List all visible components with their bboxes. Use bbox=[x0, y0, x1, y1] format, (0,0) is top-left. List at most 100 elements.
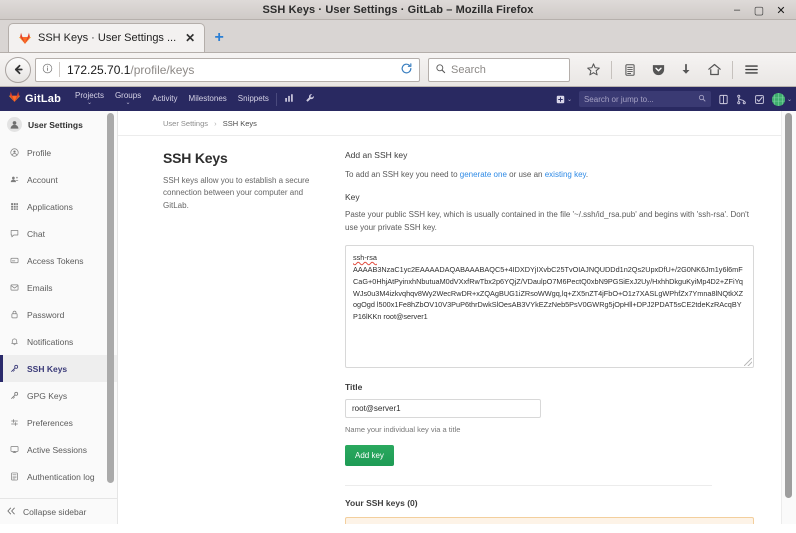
sidebar-item-password[interactable]: Password bbox=[0, 301, 117, 328]
breadcrumb-parent[interactable]: User Settings bbox=[163, 119, 208, 128]
bookmark-star-icon[interactable] bbox=[580, 57, 606, 83]
chat-bubble-icon bbox=[9, 229, 20, 238]
pocket-icon[interactable] bbox=[645, 57, 671, 83]
sidebar-item-account-label: Account bbox=[27, 174, 58, 185]
sidebar-item-emails[interactable]: Emails bbox=[0, 274, 117, 301]
gitlab-fox-icon bbox=[18, 31, 32, 45]
charts-icon[interactable] bbox=[284, 93, 294, 105]
sidebar-item-account[interactable]: Account bbox=[0, 166, 117, 193]
sidebar-header: User Settings bbox=[0, 111, 117, 139]
page-body: User Settings Profile Account Applicatio… bbox=[0, 111, 796, 524]
sidebar-item-applications[interactable]: Applications bbox=[0, 193, 117, 220]
gitlab-brand-text: GitLab bbox=[25, 93, 62, 105]
lock-icon bbox=[9, 310, 20, 319]
browser-tabstrip: SSH Keys · User Settings ... ✕ + bbox=[0, 20, 796, 53]
nav-activity[interactable]: Activity bbox=[152, 93, 178, 103]
nav-projects-label: Projects bbox=[75, 90, 104, 100]
search-icon bbox=[435, 61, 446, 79]
new-tab-button[interactable]: + bbox=[205, 23, 233, 52]
window-minimize-button[interactable]: – bbox=[726, 1, 748, 19]
collapse-sidebar-label: Collapse sidebar bbox=[23, 506, 87, 517]
url-divider bbox=[59, 62, 60, 77]
page-scrollbar-thumb[interactable] bbox=[785, 113, 792, 498]
sidebar-item-password-label: Password bbox=[27, 309, 65, 320]
gitlab-nav-links: Projects ⌄ Groups ⌄ Activity Milestones … bbox=[75, 90, 269, 107]
nav-snippets[interactable]: Snippets bbox=[238, 94, 269, 103]
textarea-resize-handle[interactable] bbox=[744, 358, 752, 367]
no-keys-alert: There are no SSH keys with access to you… bbox=[345, 517, 754, 524]
sidebar-item-preferences-label: Preferences bbox=[27, 417, 73, 428]
nav-projects[interactable]: Projects ⌄ bbox=[75, 90, 104, 107]
gitlab-nav-mini-icons bbox=[284, 93, 315, 105]
window-titlebar: SSH Keys · User Settings · GitLab – Mozi… bbox=[0, 0, 796, 20]
double-chevron-left-icon bbox=[6, 506, 16, 518]
window-title: SSH Keys · User Settings · GitLab – Mozi… bbox=[262, 3, 534, 16]
existing-key-link[interactable]: existing key bbox=[545, 170, 586, 179]
sidebar-item-authentication-log[interactable]: Authentication log bbox=[0, 463, 117, 490]
sidebar-item-gpg-keys[interactable]: GPG Keys bbox=[0, 382, 117, 409]
sidebar-item-active-sessions-label: Active Sessions bbox=[27, 444, 87, 455]
key-textarea[interactable]: ssh-rsa AAAAB3NzaC1yc2EAAAADAQABAAABAQC5+… bbox=[345, 245, 754, 369]
sidebar-item-profile-label: Profile bbox=[27, 147, 52, 158]
url-bar[interactable]: 172.25.70.1/profile/keys bbox=[35, 57, 420, 82]
toolbar-divider bbox=[611, 60, 612, 79]
search-icon bbox=[698, 94, 706, 104]
sidebar-item-chat[interactable]: Chat bbox=[0, 220, 117, 247]
merge-requests-icon[interactable] bbox=[736, 94, 747, 105]
menu-hamburger-icon[interactable] bbox=[738, 57, 764, 83]
breadcrumb-current: SSH Keys bbox=[222, 119, 257, 128]
back-button[interactable] bbox=[5, 56, 31, 83]
sidebar-scrollbar-thumb[interactable] bbox=[107, 113, 114, 483]
avatar bbox=[771, 92, 785, 106]
title-field-help: Name your individual key via a title bbox=[345, 425, 461, 435]
sidebar-item-active-sessions[interactable]: Active Sessions bbox=[0, 436, 117, 463]
issues-icon[interactable] bbox=[718, 94, 729, 105]
sidebar-item-access-tokens[interactable]: Access Tokens bbox=[0, 247, 117, 274]
browser-search-bar[interactable]: Search bbox=[428, 57, 570, 82]
sidebar-item-authentication-log-label: Authentication log bbox=[27, 471, 95, 482]
sidebar-item-applications-label: Applications bbox=[27, 201, 73, 212]
browser-tab[interactable]: SSH Keys · User Settings ... ✕ bbox=[8, 23, 206, 52]
nav-milestones[interactable]: Milestones bbox=[189, 94, 227, 103]
wrench-icon[interactable] bbox=[305, 93, 315, 105]
nav-groups[interactable]: Groups ⌄ bbox=[114, 90, 142, 107]
add-key-button[interactable]: Add key bbox=[345, 445, 394, 467]
sidebar-item-access-tokens-label: Access Tokens bbox=[27, 255, 84, 266]
gitlab-nav-right: ⌄ Search or jump to... ⌄ bbox=[556, 87, 792, 111]
browser-search-placeholder: Search bbox=[451, 63, 486, 76]
gitlab-search-input[interactable]: Search or jump to... bbox=[578, 91, 711, 107]
add-key-form: Add an SSH key To add an SSH key you nee… bbox=[345, 150, 796, 524]
todos-icon[interactable] bbox=[754, 94, 765, 105]
library-icon[interactable] bbox=[617, 57, 643, 83]
envelope-icon bbox=[9, 283, 20, 292]
sidebar-header-label: User Settings bbox=[28, 119, 83, 130]
reload-icon[interactable] bbox=[395, 62, 417, 78]
chevron-down-icon: ⌄ bbox=[786, 96, 792, 103]
gitlab-logo[interactable]: GitLab bbox=[8, 90, 61, 108]
account-icon bbox=[9, 175, 20, 184]
nav-groups-label: Groups bbox=[114, 90, 142, 100]
log-list-icon bbox=[9, 472, 20, 481]
home-icon[interactable] bbox=[701, 57, 727, 83]
window-maximize-button[interactable]: ▢ bbox=[748, 1, 770, 19]
page-title: SSH Keys bbox=[163, 150, 228, 166]
title-field-label: Title bbox=[345, 382, 363, 393]
info-circle-icon[interactable] bbox=[42, 63, 59, 77]
sidebar-item-notifications[interactable]: Notifications bbox=[0, 328, 117, 355]
sidebar-item-ssh-keys-label: SSH Keys bbox=[27, 363, 68, 374]
generate-one-link[interactable]: generate one bbox=[460, 170, 507, 179]
new-dropdown-button[interactable]: ⌄ bbox=[556, 95, 572, 104]
downloads-icon[interactable] bbox=[673, 57, 699, 83]
sidebar-item-ssh-keys[interactable]: SSH Keys bbox=[0, 355, 117, 382]
nav-activity-label: Activity bbox=[152, 93, 178, 103]
chevron-down-icon: ⌄ bbox=[566, 96, 572, 103]
sidebar-item-preferences[interactable]: Preferences bbox=[0, 409, 117, 436]
window-close-button[interactable]: ✕ bbox=[770, 1, 792, 19]
sidebar-item-profile[interactable]: Profile bbox=[0, 139, 117, 166]
sidebar-item-notifications-label: Notifications bbox=[27, 336, 74, 347]
user-menu-button[interactable]: ⌄ bbox=[771, 92, 792, 106]
collapse-sidebar-button[interactable]: Collapse sidebar bbox=[0, 498, 117, 524]
title-input[interactable] bbox=[345, 399, 541, 419]
key-icon bbox=[9, 364, 20, 373]
tab-close-icon[interactable]: ✕ bbox=[182, 32, 198, 44]
